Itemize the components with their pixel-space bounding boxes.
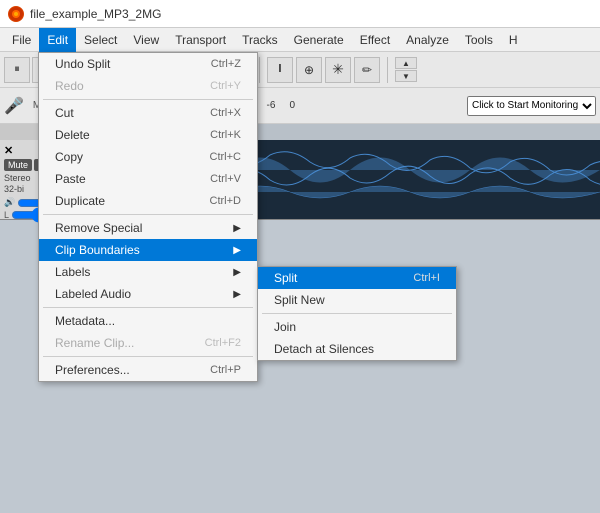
sep-4 <box>43 356 253 357</box>
menu-remove-special[interactable]: Remove Special ▶ <box>39 217 257 239</box>
menu-delete[interactable]: Delete Ctrl+K <box>39 124 257 146</box>
menu-bar: File Edit Select View Transport Tracks G… <box>0 28 600 52</box>
pencil-tool[interactable]: ✏ <box>354 57 380 83</box>
menu-labels[interactable]: Labels ▶ <box>39 261 257 283</box>
menu-clip-boundaries[interactable]: Clip Boundaries ▶ <box>39 239 257 261</box>
menu-select[interactable]: Select <box>76 28 125 52</box>
menu-effect[interactable]: Effect <box>352 28 398 52</box>
submenu-sep <box>262 313 452 314</box>
menu-rename-clip[interactable]: Rename Clip... Ctrl+F2 <box>39 332 257 354</box>
menu-copy[interactable]: Copy Ctrl+C <box>39 146 257 168</box>
menu-labeled-audio[interactable]: Labeled Audio ▶ <box>39 283 257 305</box>
title-bar: file_example_MP3_2MG <box>0 0 600 28</box>
menu-tracks[interactable]: Tracks <box>234 28 286 52</box>
menu-cut[interactable]: Cut Ctrl+X <box>39 102 257 124</box>
sep-1 <box>43 99 253 100</box>
submenu-split-new[interactable]: Split New <box>258 289 456 311</box>
level-minus6: -6 <box>267 100 276 111</box>
pan-label: L <box>4 210 9 220</box>
menu-paste[interactable]: Paste Ctrl+V <box>39 168 257 190</box>
clip-boundaries-submenu: Split Ctrl+I Split New Join Detach at Si… <box>257 266 457 361</box>
close-track-button[interactable]: ✕ <box>4 144 13 157</box>
menu-transport[interactable]: Transport <box>167 28 234 52</box>
menu-analyze[interactable]: Analyze <box>398 28 457 52</box>
menu-view[interactable]: View <box>125 28 167 52</box>
level-0: 0 <box>289 100 295 111</box>
submenu-split[interactable]: Split Ctrl+I <box>258 267 456 289</box>
pause-button[interactable]: ⏸ <box>4 57 30 83</box>
mic-icon: 🎤 <box>4 96 24 116</box>
monitoring-dropdown[interactable]: Click to Start Monitoring <box>467 96 596 116</box>
edit-menu-popup: Undo Split Ctrl+Z Redo Ctrl+Y Cut Ctrl+X… <box>38 52 258 382</box>
menu-edit[interactable]: Edit <box>39 28 76 52</box>
zoom-tool[interactable]: ⊕ <box>296 57 322 83</box>
asterisk-tool[interactable]: ✳ <box>325 57 351 83</box>
menu-metadata[interactable]: Metadata... <box>39 310 257 332</box>
menu-tools[interactable]: Tools <box>457 28 501 52</box>
menu-help[interactable]: H <box>501 28 526 52</box>
menu-duplicate[interactable]: Duplicate Ctrl+D <box>39 190 257 212</box>
menu-redo[interactable]: Redo Ctrl+Y <box>39 75 257 97</box>
title-bar-text: file_example_MP3_2MG <box>30 7 161 21</box>
cursor-tool[interactable]: 𝐈 <box>267 57 293 83</box>
arrow-down-button[interactable]: ▼ <box>395 70 417 82</box>
menu-preferences[interactable]: Preferences... Ctrl+P <box>39 359 257 381</box>
mute-button[interactable]: Mute <box>4 159 32 171</box>
arrow-up-button[interactable]: ▲ <box>395 57 417 69</box>
menu-file[interactable]: File <box>4 28 39 52</box>
menu-generate[interactable]: Generate <box>286 28 352 52</box>
submenu-detach-at-silences[interactable]: Detach at Silences <box>258 338 456 360</box>
menu-undo-split[interactable]: Undo Split Ctrl+Z <box>39 53 257 75</box>
submenu-join[interactable]: Join <box>258 316 456 338</box>
sep-3 <box>43 307 253 308</box>
app-icon <box>8 6 24 22</box>
sep-2 <box>43 214 253 215</box>
